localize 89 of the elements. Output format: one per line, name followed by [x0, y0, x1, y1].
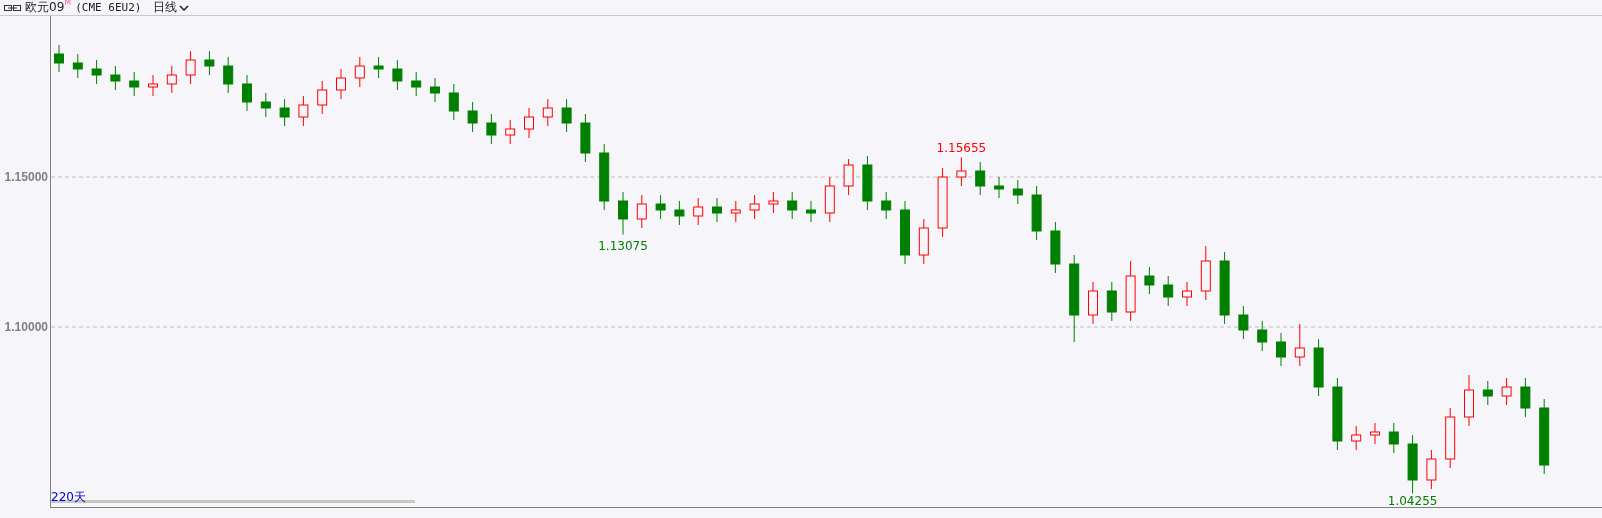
candlestick [1257, 320, 1268, 352]
candlestick [317, 80, 328, 115]
candlestick [843, 158, 854, 196]
candlestick [1276, 332, 1286, 367]
candlestick [900, 200, 910, 265]
candlestick [806, 200, 816, 223]
candlestick [730, 200, 741, 223]
candlestick [1351, 425, 1362, 451]
candlestick [430, 77, 440, 103]
candlestick [1388, 422, 1399, 454]
candlestick [242, 74, 252, 112]
candlestick [1370, 422, 1380, 445]
candlestick [1106, 281, 1117, 322]
candlestick [448, 83, 459, 121]
candlestick [1050, 221, 1061, 274]
price-annotation: 1.04255 [1387, 494, 1438, 508]
candlestick [956, 157, 967, 187]
candlestick [561, 98, 572, 133]
candlestick [1294, 323, 1305, 367]
candlestick [824, 176, 835, 223]
candlestick [1144, 266, 1155, 295]
contract-code: (CME 6EU2) [75, 1, 142, 14]
candlestick [1501, 377, 1512, 406]
candlestick [1125, 260, 1136, 322]
candlestick [749, 194, 760, 220]
candlestick [185, 50, 196, 85]
candlestick [881, 191, 892, 220]
link-icon [4, 3, 21, 12]
candlestick [54, 44, 64, 73]
candlestick [580, 113, 591, 163]
candlestick [279, 98, 290, 127]
candlestick [1200, 245, 1211, 301]
scrollbar-thumb[interactable] [51, 500, 415, 503]
candlestick [110, 65, 121, 91]
candlestick [1407, 434, 1418, 494]
candlestick [618, 191, 628, 236]
candlestick [862, 155, 873, 211]
candlestick [204, 50, 215, 76]
candlestick [166, 65, 177, 94]
candlestick [1088, 281, 1098, 325]
candlestick [918, 218, 929, 265]
candlestick [298, 95, 309, 127]
candlestick [599, 143, 610, 211]
candlestick [975, 161, 986, 196]
symbol-name: 欧元09 [25, 0, 65, 16]
candlestick [260, 92, 271, 118]
candlestick [392, 59, 403, 91]
price-annotation: 1.15655 [936, 140, 987, 155]
candlestick [636, 194, 647, 229]
candlestick [1182, 281, 1192, 307]
candlestick [467, 101, 478, 133]
day-count-label: 220天 [51, 490, 86, 504]
candlestick [1238, 305, 1249, 340]
candlestick [1031, 185, 1042, 241]
candlestick [354, 56, 365, 88]
candlestick [373, 56, 384, 79]
candlestick [693, 197, 704, 226]
candlestick [524, 107, 534, 139]
candlestick [1520, 377, 1531, 418]
chevron-down-icon [179, 4, 190, 11]
candlestick [1163, 275, 1174, 307]
candlestick [72, 53, 83, 79]
candlestick [787, 191, 798, 220]
candlestick [1012, 179, 1023, 205]
candlestick [1426, 449, 1437, 490]
candlestick [223, 56, 234, 94]
candlestick [712, 197, 722, 223]
candlestick [994, 176, 1004, 199]
candlestick [1445, 407, 1456, 469]
period-dropdown[interactable]: 日线 [153, 0, 190, 16]
candlestick [411, 71, 422, 97]
contract-month-superscript: M [64, 0, 72, 7]
candlestick [655, 194, 666, 220]
candlestick [542, 98, 553, 127]
candlestick [937, 167, 948, 238]
price-annotation: 1.13075 [598, 238, 648, 253]
price-axis-label: 1.15000 [4, 170, 48, 184]
candlestick [91, 59, 102, 85]
candlestick [486, 113, 497, 145]
candlestick [505, 119, 516, 145]
candlestick [1482, 380, 1493, 406]
candlestick [768, 191, 779, 214]
candlestick [148, 74, 158, 97]
candlestick [1313, 338, 1324, 397]
candlestick [129, 71, 140, 97]
candlestick [674, 200, 685, 226]
price-axis-label: 1.10000 [4, 320, 48, 334]
candlestick [336, 68, 346, 100]
candlestick [1464, 374, 1474, 427]
